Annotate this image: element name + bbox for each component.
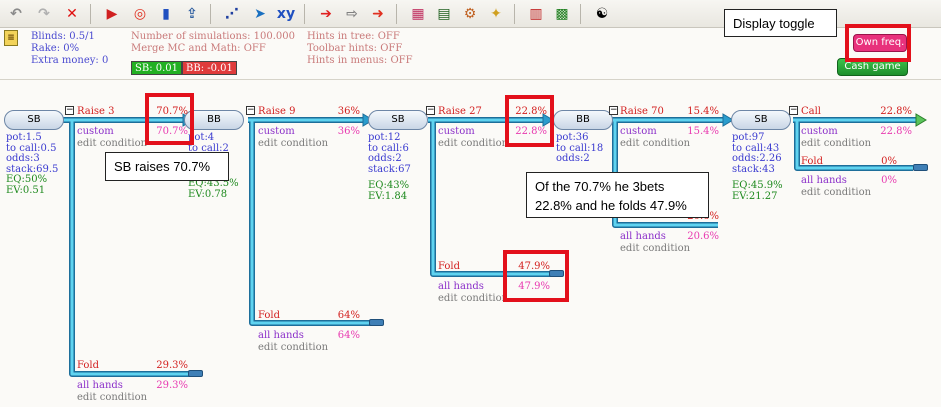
action-label[interactable]: Raise 3 [77,106,115,118]
edit-condition-link[interactable]: edit condition [77,138,147,150]
node-bb-2[interactable]: BB [553,110,613,130]
node-sb-2[interactable]: SB [368,110,428,130]
tree-lines [63,113,927,377]
node-ev: EV:0.51 [6,184,46,196]
hand-range-label[interactable]: custom [801,126,838,138]
action-label[interactable]: Fold [258,310,280,322]
action-label[interactable]: Fold [438,261,460,273]
branch-end-cap[interactable] [913,164,928,171]
callout-display-toggle: Display toggle [724,9,837,37]
edit-condition-link[interactable]: edit condition [438,293,508,305]
collapse-toggle[interactable]: − [246,106,255,115]
action-label[interactable]: Raise 27 [438,106,482,118]
node-sb-3[interactable]: SB [731,110,791,130]
hand-range-label[interactable]: all hands [620,231,666,243]
hand-range-pct: 0% [881,175,897,186]
node-eq: EQ:43% [368,180,410,191]
collapse-toggle[interactable]: − [65,106,74,115]
action-label[interactable]: Raise 9 [258,106,296,118]
action-pct: 15.4% [687,106,719,117]
highlight-box [503,250,569,302]
edit-condition-link[interactable]: edit condition [438,138,508,150]
node-stat: stack:43 [732,163,775,175]
edit-condition-link[interactable]: edit condition [258,138,328,150]
edit-condition-link[interactable]: edit condition [258,342,328,354]
collapse-toggle[interactable]: − [426,106,435,115]
action-pct: 29.3% [156,360,188,371]
hand-range-label[interactable]: custom [77,126,114,138]
edit-condition-link[interactable]: edit condition [801,187,871,199]
node-stat: odds:2.26 [732,153,782,164]
action-label[interactable]: Fold [77,360,99,372]
collapse-toggle[interactable]: − [789,106,798,115]
callout-line: Of the 70.7% he 3bets [535,179,665,194]
hand-range-pct: 15.4% [687,126,719,137]
hand-range-label[interactable]: custom [438,126,475,138]
node-stat: pot:36 [556,132,589,143]
branch-end-cap[interactable] [369,319,384,326]
collapse-toggle[interactable]: − [609,106,618,115]
hand-range-label[interactable]: custom [620,126,657,138]
node-ev: EV:1.84 [368,191,408,202]
edit-condition-link[interactable]: edit condition [801,138,871,150]
hand-range-pct: 22.8% [880,126,912,137]
action-pct: 64% [337,310,360,321]
action-label[interactable]: Fold [801,156,823,168]
node-stat: odds:2 [368,153,402,164]
node-sb-1[interactable]: SB [4,110,64,130]
action-label[interactable]: Call [801,106,821,118]
node-eq: EQ:45.9% [732,180,783,191]
highlight-box [845,24,911,62]
node-stat: pot:12 [368,132,401,143]
hand-range-label[interactable]: all hands [258,330,304,342]
action-pct: 22.8% [880,106,912,117]
edit-condition-link[interactable]: edit condition [77,392,147,404]
highlight-box [145,93,194,145]
callout-3bet-explanation: Of the 70.7% he 3bets 22.8% and he folds… [526,172,709,218]
edit-condition-link[interactable]: edit condition [620,138,690,150]
hand-range-label[interactable]: all hands [438,281,484,293]
hand-range-label[interactable]: custom [258,126,295,138]
hand-range-label[interactable]: all hands [801,175,847,187]
node-stat: pot:1.5 [6,132,42,143]
hand-range-pct: 64% [337,330,360,341]
node-stat: pot:97 [732,132,765,143]
callout-sb-raises: SB raises 70.7% [105,152,229,181]
action-label[interactable]: Raise 70 [620,106,664,118]
hand-range-pct: 36% [337,126,360,137]
edit-condition-link[interactable]: edit condition [620,243,690,255]
node-stat: odds:2 [556,153,590,164]
hand-range-label[interactable]: all hands [77,380,123,392]
action-pct: 36% [337,106,360,117]
callout-line: 22.8% and he folds 47.9% [535,198,687,213]
action-pct: 0% [881,156,897,167]
hand-range-pct: 20.6% [687,231,719,242]
node-stat: odds:3 [6,153,40,164]
node-stat: stack:67 [368,163,411,175]
node-ev: EV:21.27 [732,191,778,202]
branch-end-cap[interactable] [188,370,203,377]
node-eq: EQ:50% [6,174,48,185]
node-ev: EV:0.78 [188,189,228,200]
hand-range-pct: 29.3% [156,380,188,391]
highlight-box [505,95,554,147]
